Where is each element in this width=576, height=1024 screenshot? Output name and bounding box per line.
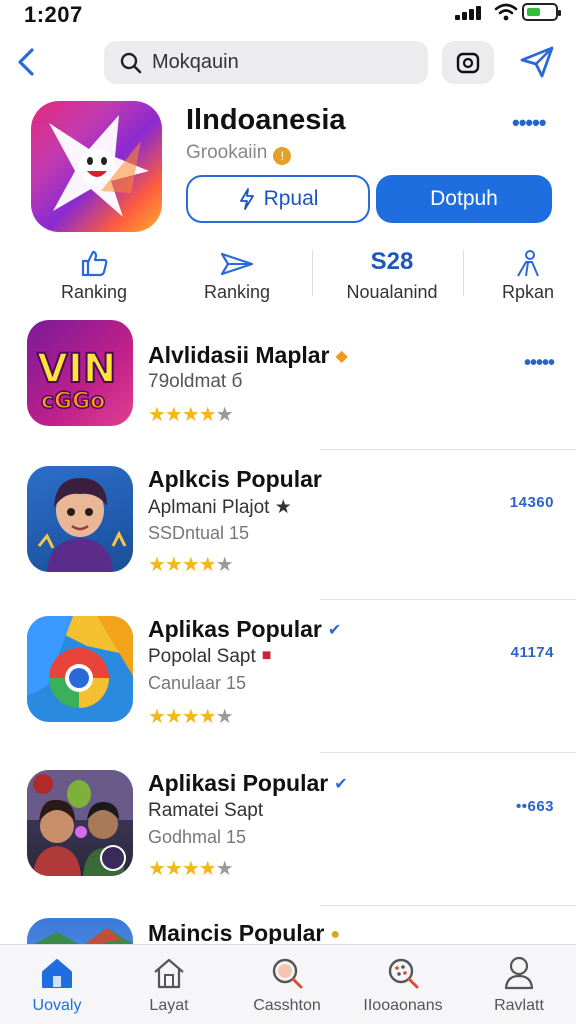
stat-value: S28 [370, 248, 414, 275]
photo-app-icon [27, 770, 133, 876]
tab-label: IIooaonans [363, 997, 443, 1014]
app-developer: Grookaiin! [186, 142, 292, 165]
list-item-subtitle: Popolal Sapt ■ [148, 646, 271, 668]
tab-home[interactable]: Uovaly [2, 953, 112, 1015]
stat-developer[interactable]: Rpkan [484, 246, 572, 303]
paper-plane-icon [220, 252, 254, 276]
stat-label: Rpkan [501, 282, 555, 302]
search-dots-icon [388, 958, 419, 989]
stat-label: Ranking [203, 282, 271, 302]
blue-check-icon: ✔ [334, 776, 348, 793]
list-divider [320, 599, 576, 600]
back-button[interactable] [12, 44, 40, 80]
house-outline-icon [154, 958, 184, 989]
get-button[interactable]: Dotpuh [376, 175, 552, 223]
list-item-count: 14360 [509, 494, 554, 511]
list-item-subtitle: Aplmani Plajot ★ [148, 497, 292, 518]
orange-shield-icon: ◆ [335, 348, 348, 365]
list-item-meta: SSDntual 15 [148, 523, 250, 543]
list-item[interactable]: Aplkcis Popular Aplmani Plajot ★ SSDntua… [0, 466, 576, 591]
tab-label: Ravlatt [494, 997, 544, 1014]
thumbs-up-icon [81, 250, 108, 277]
search-input[interactable]: Mokqauin [104, 41, 428, 84]
list-divider [320, 449, 576, 450]
stat-ranking-2[interactable]: Ranking [182, 246, 292, 303]
vin-game-icon: VIN cGGo [27, 320, 133, 426]
rating-stars: ★★★★★ [148, 858, 234, 880]
list-item-count: 41174 [510, 644, 554, 661]
list-item[interactable]: Aplikas Popular ✔ Popolal Sapt ■ Canulaar … [0, 616, 576, 741]
list-item[interactable]: Maincis Popular ● [0, 918, 576, 944]
person-icon [504, 956, 534, 990]
svg-text:VIN: VIN [37, 346, 116, 392]
wifi-icon [494, 3, 518, 21]
tab-search[interactable]: Casshton [232, 953, 342, 1015]
tab-label: Layat [149, 997, 189, 1014]
list-item-title-text: Maincis Popular [148, 920, 325, 944]
rating-stars: ★★★★★ [148, 554, 234, 576]
bolt-icon [239, 188, 254, 210]
avatar-app-icon [27, 466, 133, 572]
search-text: Mokqauin [152, 51, 239, 73]
list-item-title: Maincis Popular ● [148, 920, 340, 944]
more-options-button[interactable]: ••••• [512, 110, 547, 136]
red-tag-icon: ■ [261, 647, 272, 664]
list-item-meta: Godhmal 15 [148, 827, 247, 847]
chrome-style-icon [27, 616, 133, 722]
secondary-action-button[interactable]: Rpual [186, 175, 370, 223]
share-button[interactable] [518, 44, 556, 80]
list-divider [320, 752, 576, 753]
app-icon [31, 101, 162, 232]
rating-stars: ★★★★★ [148, 706, 234, 728]
status-bar: 1:207 [0, 0, 576, 30]
developer-badge-icon: ! [273, 147, 292, 165]
list-item-more-button[interactable]: ••••• [524, 352, 555, 375]
list-item-title: Aplkcis Popular [148, 466, 322, 492]
list-item[interactable]: VIN cGGo Alvlidasiі Maplar ◆ 79oldmat б ★… [0, 320, 576, 445]
tab-profile[interactable]: Ravlatt [464, 953, 574, 1015]
status-time: 1:207 [24, 2, 83, 27]
list-item-title-text: Aplikasi Popular [148, 770, 329, 796]
person-icon [517, 250, 539, 277]
app-title: Ilndoanesia [186, 104, 346, 136]
gold-badge-icon: ● [330, 926, 341, 943]
list-item-title-text: Alvlidasiі Maplar [148, 342, 330, 368]
get-button-label: Dotpuh [430, 187, 498, 210]
list-item-title: Aplikasi Popular ✔ [148, 770, 348, 797]
search-icon [272, 958, 303, 989]
list-item-subtitle: Ramatei Sapt [148, 800, 264, 821]
tab-discover[interactable]: IIooaonans [348, 953, 458, 1015]
tab-layat[interactable]: Layat [114, 953, 224, 1015]
tab-label: Uovaly [32, 997, 82, 1014]
signal-icon [455, 6, 487, 20]
camera-icon [456, 52, 480, 74]
tab-bar: Uovaly Layat Casshton IIooaonans Ravlatt [0, 944, 576, 1024]
list-item-title: Alvlidasiі Maplar ◆ [148, 342, 348, 369]
list-item-title-text: Aplikas Popular [148, 616, 322, 642]
stat-label: Noualanind [346, 282, 438, 302]
landscape-app-icon [27, 918, 133, 944]
list-item[interactable]: Aplikasi Popular ✔ Ramatei Sapt Godhmal 1… [0, 770, 576, 895]
list-item-subtitle-text: Popolal Sapt [148, 646, 256, 667]
stat-ranking[interactable]: Ranking [40, 246, 148, 303]
home-icon [42, 959, 72, 988]
list-item-subtitle: 79oldmat б [148, 371, 243, 392]
tab-label: Casshton [253, 997, 321, 1014]
list-divider [320, 905, 576, 906]
list-item-meta: Canulaar 15 [148, 673, 247, 693]
list-item-count: ••663 [515, 798, 554, 815]
stat-divider [312, 250, 313, 296]
stat-divider [463, 250, 464, 296]
blue-check-icon: ✔ [327, 622, 342, 639]
app-developer-text: Grookaiin [186, 142, 268, 163]
search-icon [120, 52, 142, 74]
rating-stars: ★★★★★ [148, 404, 234, 426]
list-item-title: Aplikas Popular ✔ [148, 616, 341, 643]
camera-button[interactable] [442, 41, 494, 84]
stat-label: Ranking [60, 282, 128, 302]
svg-text:cGGo: cGGo [41, 389, 105, 414]
stat-size[interactable]: S28 Noualanind [330, 246, 454, 303]
battery-icon [522, 3, 561, 21]
secondary-action-label: Rpual [263, 187, 319, 210]
